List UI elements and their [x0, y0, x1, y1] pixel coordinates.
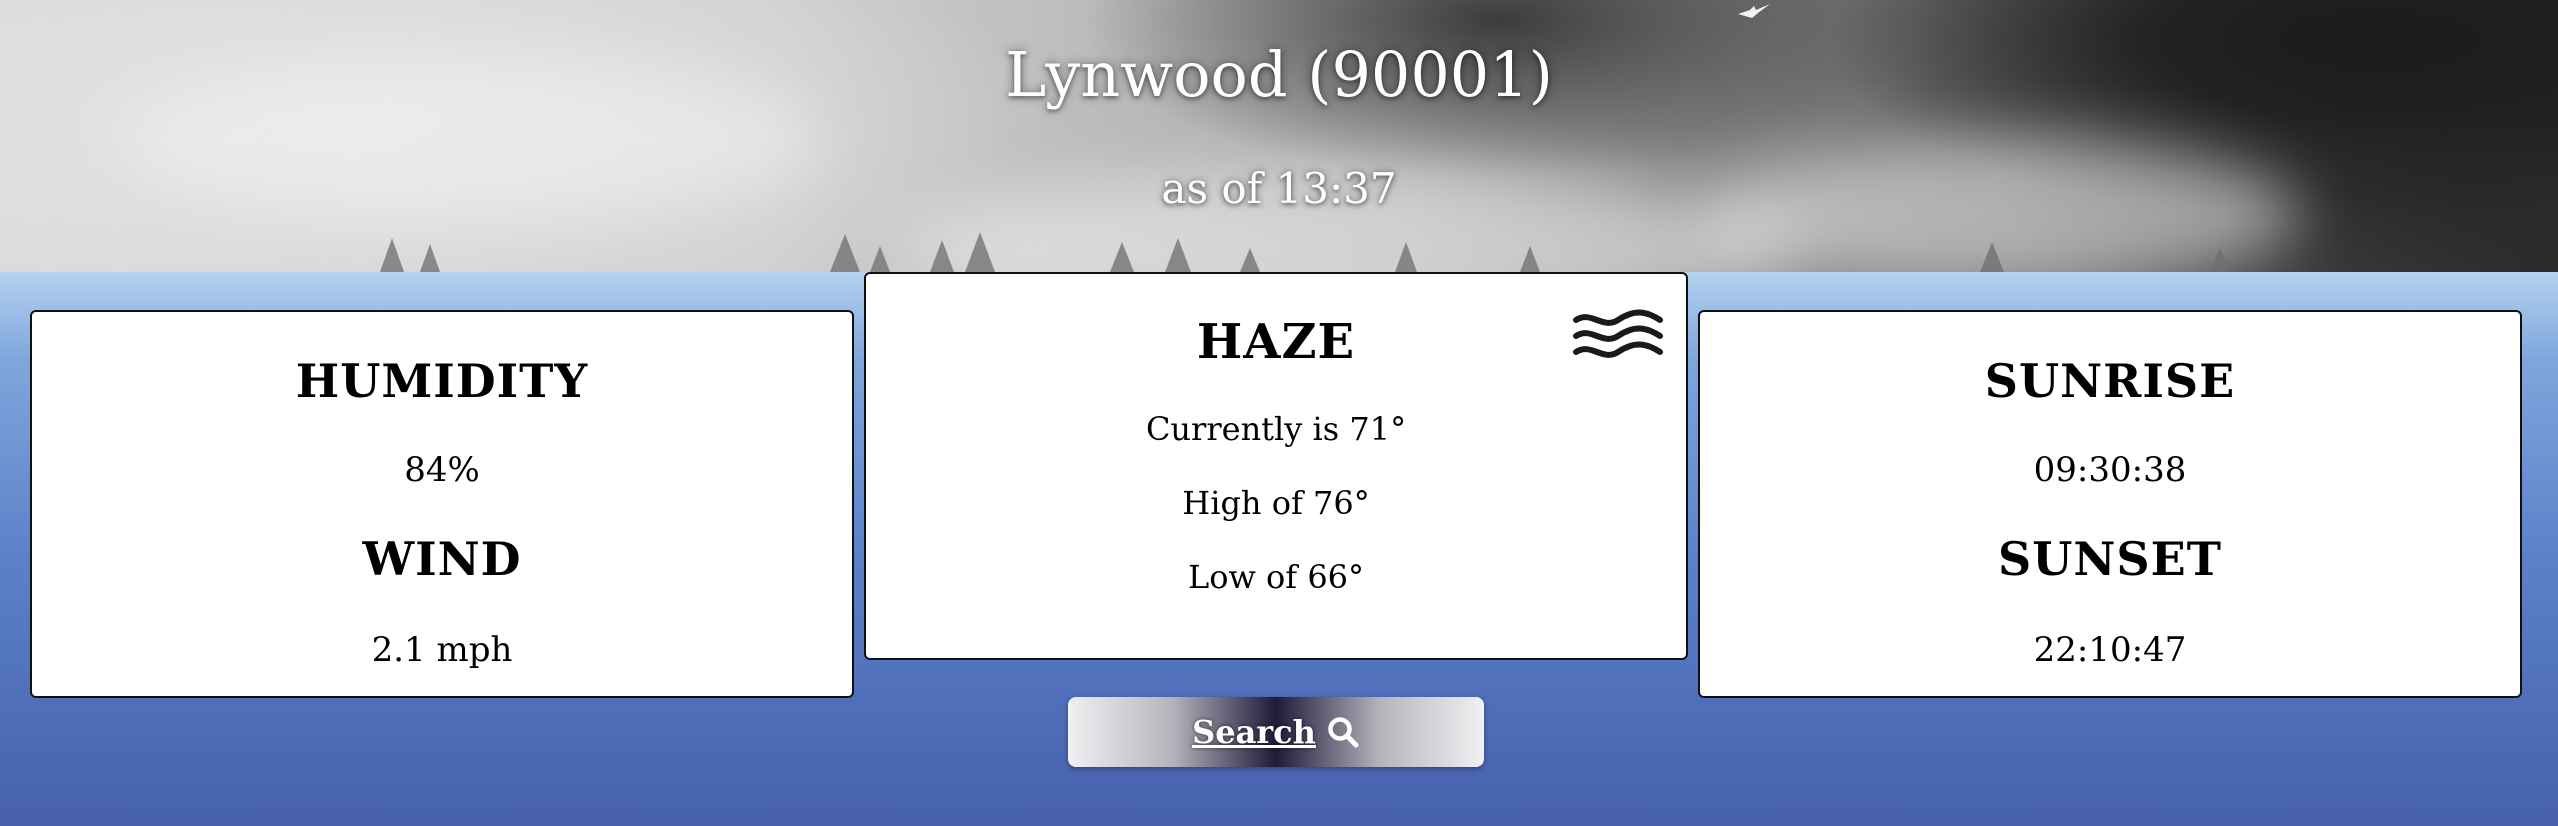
conditions-card: HAZE Currently is 71° High of 76° Low of…	[864, 272, 1688, 660]
sunrise-value: 09:30:38	[2033, 450, 2187, 490]
wind-value: 2.1 mph	[371, 630, 513, 670]
high-temperature: High of 76°	[1182, 484, 1370, 522]
updated-time: as of 13:37	[1161, 164, 1397, 213]
search-button-label: Search	[1192, 713, 1316, 751]
wind-label: WIND	[362, 532, 522, 586]
bird-icon	[1738, 4, 1770, 18]
low-temperature: Low of 66°	[1187, 558, 1365, 596]
sunrise-label: SUNRISE	[1984, 354, 2236, 408]
current-temperature: Currently is 71°	[1145, 410, 1407, 448]
location-title: Lynwood (90001)	[1005, 38, 1553, 111]
sunset-value: 22:10:47	[2033, 630, 2187, 670]
sunset-label: SUNSET	[1998, 532, 2222, 586]
treeline-silhouette	[380, 232, 2230, 272]
humidity-wind-card: HUMIDITY 84% WIND 2.1 mph	[30, 310, 854, 698]
search-icon	[1328, 717, 1359, 748]
search-button[interactable]: Search	[1068, 697, 1484, 767]
humidity-label: HUMIDITY	[295, 354, 589, 408]
sunrise-sunset-card: SUNRISE 09:30:38 SUNSET 22:10:47	[1698, 310, 2522, 698]
condition-title: HAZE	[1196, 314, 1356, 370]
haze-icon	[1573, 309, 1663, 358]
hero-banner: Lynwood (90001) as of 13:37	[0, 0, 2558, 272]
humidity-value: 84%	[404, 450, 480, 490]
